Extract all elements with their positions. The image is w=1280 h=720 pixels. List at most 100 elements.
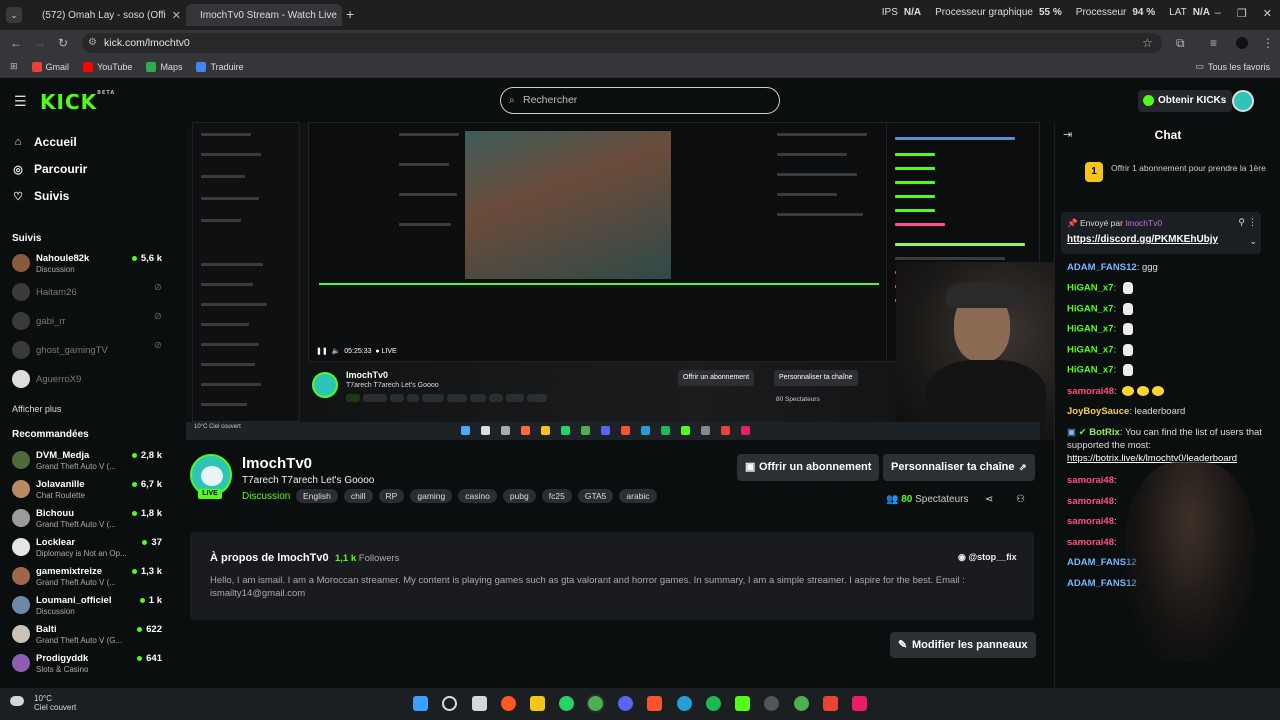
channel-name[interactable]: lmochTv0: [242, 455, 312, 472]
profile-icon[interactable]: [1236, 37, 1248, 49]
app-icon[interactable]: [501, 696, 516, 711]
extensions-icon[interactable]: ⧉: [1176, 36, 1185, 51]
settings-icon[interactable]: [764, 696, 779, 711]
sidebar-channel-haitam26[interactable]: Haitam26 ⊘: [12, 280, 162, 306]
close-window-icon[interactable]: ✕: [1263, 7, 1272, 20]
customize-channel-button[interactable]: Personnaliser ta chaîne ⇗: [883, 454, 1035, 481]
discord-link[interactable]: ◉ @stop__fix: [958, 552, 1017, 563]
bookmark-maps[interactable]: Maps: [146, 61, 182, 72]
file-explorer-icon[interactable]: [530, 696, 545, 711]
chrome-icon[interactable]: [588, 696, 603, 711]
pinned-link[interactable]: https://discord.gg/PKMKEhUbjy: [1067, 234, 1218, 245]
more-options-icon[interactable]: ⋮: [1248, 217, 1257, 228]
sidebar-channel-ghost-gamingtv[interactable]: ghost_gamingTV ⊘: [12, 338, 162, 364]
bookmark-translate[interactable]: Traduire: [196, 61, 244, 72]
sidebar-channel-nahoule82k[interactable]: Nahoule82k Discussion 5,6 k: [12, 251, 162, 277]
edit-panels-button[interactable]: ✎ Modifier les panneaux: [890, 632, 1036, 658]
chat-username[interactable]: HiGAN_x7: [1067, 345, 1113, 356]
chat-username[interactable]: HiGAN_x7: [1067, 304, 1113, 315]
sidebar-channel-aguerrox9[interactable]: AguerroX9: [12, 367, 162, 393]
telegram-icon[interactable]: [677, 696, 692, 711]
pinned-message[interactable]: 📌 Envoyé par lmochTv0 https://discord.gg…: [1061, 212, 1261, 254]
brave-icon[interactable]: [647, 696, 662, 711]
windows-start-icon[interactable]: [413, 696, 428, 711]
tag[interactable]: chill: [343, 489, 373, 503]
nav-following[interactable]: ♡ Suivis: [12, 189, 69, 203]
chat-username[interactable]: samorai48: [1067, 516, 1114, 527]
tag[interactable]: arabic: [619, 489, 657, 503]
app-icon[interactable]: [823, 696, 838, 711]
close-tab-icon[interactable]: ✕: [172, 9, 181, 22]
expand-icon[interactable]: ⌄: [1249, 236, 1257, 247]
weather-widget[interactable]: 10°C Ciel couvert: [10, 694, 76, 712]
tag[interactable]: pubg: [502, 489, 536, 503]
user-avatar[interactable]: [1232, 90, 1254, 112]
url-field[interactable]: ⚙ kick.com/lmochtv0: [82, 33, 1162, 53]
sidebar-channel-dvm-medja[interactable]: DVM_Medja Grand Theft Auto V (... 2,8 k: [12, 448, 162, 474]
chrome-profile-icon[interactable]: [794, 696, 809, 711]
bookmark-star-icon[interactable]: ☆: [1142, 36, 1153, 50]
sidebar-channel-prodigyddk[interactable]: Prodigyddk Slots & Casino 641: [12, 651, 162, 677]
chat-username[interactable]: samorai48: [1067, 496, 1114, 507]
search-input[interactable]: ⌕ Rechercher: [500, 87, 780, 114]
app-icon[interactable]: [852, 696, 867, 711]
hamburger-menu-icon[interactable]: ☰: [14, 93, 27, 110]
gift-subscription-button[interactable]: ▣ Offrir un abonnement: [737, 454, 880, 481]
sidebar-channel-jolavanille[interactable]: Jolavanille Chat Roulette 6,7 k: [12, 477, 162, 503]
chat-username[interactable]: samorai48: [1067, 386, 1114, 397]
tab-search-button[interactable]: ⌄: [6, 7, 22, 23]
whatsapp-icon[interactable]: [559, 696, 574, 711]
chat-username[interactable]: JoyBoySauce: [1067, 406, 1129, 417]
sidebar-channel-balti[interactable]: Balti Grand Theft Auto V (G... 622: [12, 622, 162, 648]
tag[interactable]: fc25: [541, 489, 572, 503]
back-icon[interactable]: ←: [10, 36, 22, 50]
tab-youtube[interactable]: (572) Omah Lay - soso (Offi ✕: [28, 4, 182, 26]
all-bookmarks[interactable]: ▭ Tous les favoris: [1195, 61, 1270, 72]
follow-user-icon[interactable]: ⚇: [1016, 494, 1025, 505]
nav-browse[interactable]: ◎ Parcourir: [12, 162, 87, 176]
sidebar-channel-bichouu[interactable]: Bichouu Grand Theft Auto V (... 1,8 k: [12, 506, 162, 532]
chat-username[interactable]: BotRix: [1089, 427, 1120, 438]
task-view-icon[interactable]: [472, 696, 487, 711]
chat-username[interactable]: HiGAN_x7: [1067, 324, 1113, 335]
kick-logo[interactable]: KICKBETA: [40, 90, 115, 114]
kick-studio-icon[interactable]: [735, 696, 750, 711]
chat-username[interactable]: ADAM_FANS12: [1067, 262, 1137, 273]
search-icon[interactable]: [442, 696, 457, 711]
unpin-icon[interactable]: ⚲: [1238, 217, 1245, 228]
media-icon[interactable]: ≡: [1210, 36, 1217, 50]
sidebar-channel-gabi-rr[interactable]: gabi_rr ⊘: [12, 309, 162, 335]
bookmark-youtube[interactable]: YouTube: [83, 61, 132, 72]
sidebar-channel-loumani-officiel[interactable]: Loumani_officiel Discussion 1 k: [12, 593, 162, 619]
spotify-icon[interactable]: [706, 696, 721, 711]
site-info-icon[interactable]: ⚙: [88, 33, 97, 53]
tag[interactable]: GTA5: [577, 489, 614, 503]
sidebar-channel-locklear[interactable]: Locklear Diplomacy is Not an Op... 37: [12, 535, 162, 561]
stream-category[interactable]: Discussion: [242, 491, 290, 502]
get-kicks-button[interactable]: Obtenir KICKs: [1138, 90, 1233, 112]
chat-username[interactable]: samorai48: [1067, 475, 1114, 486]
discord-icon[interactable]: [618, 696, 633, 711]
tag[interactable]: RP: [378, 489, 405, 503]
sidebar-channel-gamemixtreize[interactable]: gamemixtreize Grand Theft Auto V (... 1,…: [12, 564, 162, 590]
tag[interactable]: casino: [458, 489, 497, 503]
forward-icon[interactable]: →: [34, 36, 46, 50]
new-tab-button[interactable]: +: [346, 6, 354, 22]
minimize-icon[interactable]: –: [1215, 7, 1221, 20]
chat-username[interactable]: HiGAN_x7: [1067, 283, 1113, 294]
sub-gift-promo[interactable]: 1 Offrir 1 abonnement pour prendre la 1è…: [1063, 154, 1277, 194]
menu-icon[interactable]: ⋮: [1262, 36, 1274, 50]
share-icon[interactable]: ⋖: [985, 494, 993, 505]
video-player[interactable]: lmochTv0 T7arech T7arech Let's Goooo ❚❚ …: [186, 122, 1076, 440]
apps-icon[interactable]: ⊞: [10, 61, 18, 72]
show-more-link[interactable]: Afficher plus: [12, 404, 61, 414]
tag[interactable]: gaming: [410, 489, 453, 503]
chat-username[interactable]: samorai48: [1067, 537, 1114, 548]
tag[interactable]: English: [296, 489, 338, 503]
reload-icon[interactable]: ↻: [58, 36, 68, 50]
tab-kick[interactable]: ImochTv0 Stream - Watch Live ✕: [186, 4, 342, 26]
bookmark-gmail[interactable]: Gmail: [31, 61, 69, 72]
nav-home[interactable]: ⌂ Accueil: [12, 135, 77, 149]
chat-username[interactable]: HiGAN_x7: [1067, 365, 1113, 376]
maximize-icon[interactable]: ❐: [1237, 7, 1247, 20]
